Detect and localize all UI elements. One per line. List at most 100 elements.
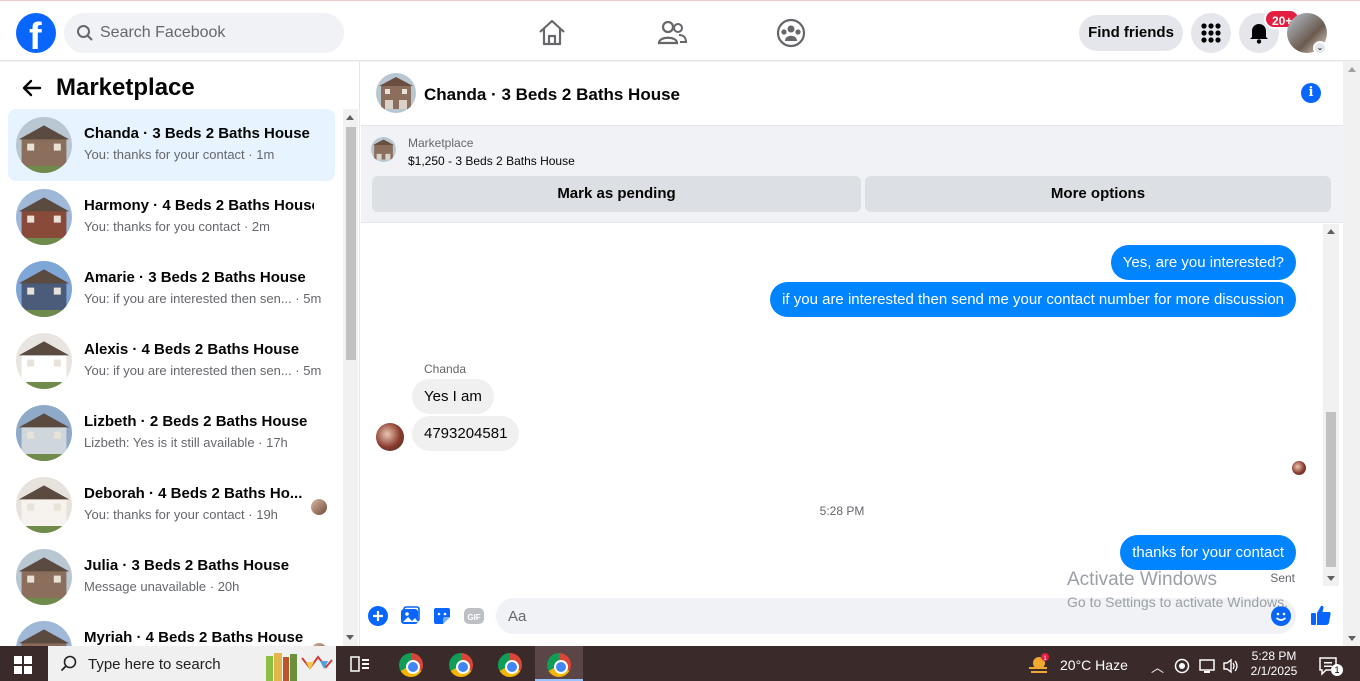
conversation-item[interactable]: Harmony · 4 Beds 2 Baths House You: thank…	[8, 181, 335, 253]
listing-thumbnail[interactable]	[376, 73, 416, 113]
conversation-item[interactable]: Deborah · 4 Beds 2 Baths Ho... You: thank…	[8, 469, 335, 541]
listing-thumbnail	[16, 621, 72, 646]
taskbar-chrome-4[interactable]	[535, 646, 583, 681]
sender-avatar[interactable]	[376, 423, 404, 451]
outgoing-message[interactable]: thanks for your contact	[1120, 535, 1296, 570]
network-icon[interactable]	[1199, 658, 1217, 674]
chrome-icon	[498, 653, 522, 677]
more-options-button[interactable]: More options	[865, 176, 1331, 212]
conversation-name: Chanda · 3 Beds 2 Baths House	[84, 125, 310, 142]
friends-icon[interactable]	[654, 15, 690, 51]
volume-icon[interactable]	[1222, 658, 1240, 674]
chat-title: Chanda · 3 Beds 2 Baths House	[424, 85, 681, 104]
listing-price[interactable]: $1,250 - 3 Beds 2 Baths House	[408, 154, 575, 168]
conversation-sidebar: Marketplace Chanda · 3 Beds 2 Baths Hous…	[0, 62, 360, 646]
taskbar-chrome-2[interactable]	[437, 646, 485, 681]
record-icon[interactable]	[1174, 658, 1190, 674]
message-thread: Yes, are you interested? if you are inte…	[361, 224, 1323, 585]
incoming-message[interactable]: 4793204581	[412, 416, 520, 451]
search-icon	[77, 25, 93, 41]
back-arrow-icon[interactable]	[20, 76, 44, 100]
scroll-up-arrow-icon[interactable]	[1348, 67, 1356, 72]
taskbar-chrome-3[interactable]	[486, 646, 534, 681]
thread-scrollbar[interactable]	[1323, 224, 1339, 586]
page-scrollbar[interactable]	[1343, 62, 1360, 646]
scroll-down-arrow-icon[interactable]	[1348, 636, 1356, 641]
sidebar-title: Marketplace	[56, 74, 195, 101]
conversation-preview: Message unavailable · 20h	[84, 579, 240, 594]
menu-grid-button[interactable]	[1191, 13, 1231, 53]
conversation-item[interactable]: Alexis · 4 Beds 2 Baths House You: if you…	[8, 325, 335, 397]
taskbar-chrome-1[interactable]	[387, 646, 435, 681]
books-icon	[266, 653, 333, 681]
conversation-list: Chanda · 3 Beds 2 Baths House You: thanks…	[8, 109, 335, 646]
seen-indicator-avatar	[1292, 461, 1306, 475]
chat-header: Chanda · 3 Beds 2 Baths House i	[361, 62, 1343, 126]
incoming-message[interactable]: Yes I am	[412, 379, 494, 414]
search-icon	[60, 655, 77, 672]
listing-thumbnail	[16, 333, 72, 389]
taskbar-search[interactable]: Type here to search	[48, 646, 336, 681]
conversation-item[interactable]: Myriah · 4 Beds 2 Baths House	[8, 613, 335, 646]
sender-name: Chanda	[424, 362, 467, 376]
conversation-name: Amarie · 3 Beds 2 Baths House	[84, 269, 306, 286]
chat-panel: Chanda · 3 Beds 2 Baths House i Marketpl…	[361, 62, 1343, 646]
find-friends-button[interactable]: Find friends	[1079, 15, 1183, 51]
chevron-down-icon[interactable]: ⌄	[1313, 41, 1327, 55]
conversation-preview: You: thanks for your contact · 1m	[84, 147, 275, 162]
photo-icon[interactable]	[399, 605, 421, 627]
top-navbar: f Find friends 20+ ⌄	[0, 5, 1360, 61]
task-view-icon[interactable]	[350, 656, 370, 672]
thumbs-up-icon[interactable]	[1309, 603, 1333, 627]
marketplace-listing-bar: Marketplace $1,250 - 3 Beds 2 Baths Hous…	[361, 126, 1343, 223]
taskbar-search-text: Type here to search	[88, 656, 221, 673]
sticker-icon[interactable]	[431, 605, 453, 627]
scroll-up-arrow-icon[interactable]	[1327, 229, 1335, 234]
conversation-name: Myriah · 4 Beds 2 Baths House	[84, 629, 304, 646]
plus-circle-icon[interactable]	[367, 605, 389, 627]
conversation-item[interactable]: Amarie · 3 Beds 2 Baths House You: if you…	[8, 253, 335, 325]
weather-text[interactable]: 20°C Haze	[1060, 657, 1128, 673]
listing-thumbnail	[16, 477, 72, 533]
taskbar-clock[interactable]: 5:28 PM 2/1/2025	[1243, 649, 1305, 679]
outgoing-message[interactable]: if you are interested then send me your …	[770, 282, 1296, 317]
listing-thumbnail	[16, 261, 72, 317]
clock-date: 2/1/2025	[1250, 664, 1298, 678]
conversation-preview: You: if you are interested then sen... ·…	[84, 363, 322, 378]
conversation-item[interactable]: Lizbeth · 2 Beds 2 Baths House Lizbeth: Y…	[8, 397, 335, 469]
conversation-item[interactable]: Chanda · 3 Beds 2 Baths House You: thanks…	[8, 109, 335, 181]
listing-thumbnail	[16, 189, 72, 245]
search-input[interactable]	[100, 13, 330, 53]
sidebar-scrollbar[interactable]	[343, 109, 358, 646]
search-box[interactable]	[64, 13, 344, 53]
groups-icon[interactable]	[773, 15, 809, 51]
scroll-up-arrow-icon[interactable]	[346, 115, 354, 120]
chevron-up-icon[interactable]: ︿	[1151, 657, 1164, 676]
info-icon[interactable]: i	[1301, 83, 1321, 103]
activate-windows-subtitle: Go to Settings to activate Windows.	[1067, 594, 1288, 610]
notification-count: 1	[1331, 664, 1343, 676]
conversation-item[interactable]: Julia · 3 Beds 2 Baths House Message unav…	[8, 541, 335, 613]
listing-small-thumbnail[interactable]	[371, 137, 396, 162]
mark-as-pending-button[interactable]: Mark as pending	[372, 176, 861, 212]
message-status: Sent	[1270, 571, 1295, 585]
conversation-preview: You: thanks for you contact · 2m	[84, 219, 270, 234]
facebook-logo-icon[interactable]: f	[16, 13, 56, 58]
scroll-down-arrow-icon[interactable]	[1327, 576, 1335, 581]
conversation-name: Deborah · 4 Beds 2 Baths Ho...	[84, 485, 303, 502]
listing-label: Marketplace	[408, 136, 474, 150]
gif-icon[interactable]: GIF	[463, 605, 485, 627]
outgoing-message[interactable]: Yes, are you interested?	[1110, 245, 1296, 280]
scroll-down-arrow-icon[interactable]	[346, 635, 354, 640]
conversation-preview: Lizbeth: Yes is it still available · 17h	[84, 435, 288, 450]
conversation-preview: You: thanks for your contact · 19h	[84, 507, 278, 522]
conversation-name: Lizbeth · 2 Beds 2 Baths House	[84, 413, 308, 430]
weather-icon[interactable]: 1	[1027, 653, 1051, 675]
home-icon[interactable]	[534, 15, 570, 51]
conversation-name: Alexis · 4 Beds 2 Baths House	[84, 341, 300, 358]
windows-taskbar: Type here to search 1 20°C Haze ︿ 5:28 P…	[0, 646, 1360, 681]
windows-start-icon[interactable]	[14, 656, 32, 674]
scrollbar-thumb[interactable]	[346, 127, 356, 360]
scrollbar-thumb[interactable]	[1326, 412, 1336, 567]
clock-time: 5:28 PM	[1251, 649, 1297, 663]
